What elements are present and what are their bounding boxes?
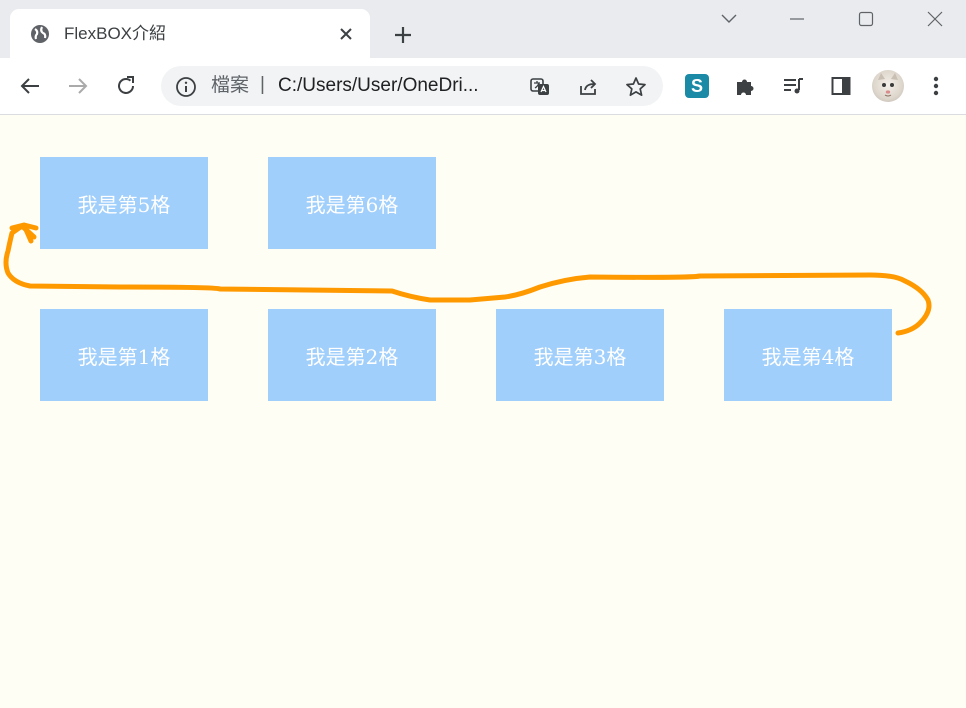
flex-item-5: 我是第5格: [40, 157, 208, 249]
minimize-icon[interactable]: [786, 8, 808, 30]
page-content: 我是第5格 我是第6格 我是第1格 我是第2格 我是第3格 我是第4格: [0, 115, 966, 708]
browser-toolbar: 檔案 | C:/Users/User/OneDri... S: [0, 58, 966, 115]
info-icon[interactable]: [175, 76, 197, 98]
translate-icon[interactable]: [527, 74, 553, 100]
close-icon[interactable]: [334, 22, 358, 46]
flex-item-2: 我是第2格: [268, 309, 436, 401]
flex-item-6: 我是第6格: [268, 157, 436, 249]
media-queue-icon[interactable]: [779, 72, 807, 100]
more-vertical-icon[interactable]: [922, 72, 950, 100]
title-bar: FlexBOX介紹: [0, 0, 966, 58]
extension-s-icon[interactable]: S: [685, 74, 709, 98]
flex-item-4: 我是第4格: [724, 309, 892, 401]
globe-icon: [30, 24, 50, 44]
browser-tab[interactable]: FlexBOX介紹: [10, 9, 370, 58]
address-separator: |: [260, 74, 265, 95]
back-arrow-icon[interactable]: [16, 72, 44, 100]
side-panel-icon[interactable]: [827, 72, 855, 100]
maximize-icon[interactable]: [855, 8, 877, 30]
reload-icon[interactable]: [112, 72, 140, 100]
close-window-icon[interactable]: [924, 8, 946, 30]
star-icon[interactable]: [623, 74, 649, 100]
flex-item-3: 我是第3格: [496, 309, 664, 401]
address-url[interactable]: C:/Users/User/OneDri...: [278, 75, 479, 97]
address-bar[interactable]: 檔案 | C:/Users/User/OneDri...: [161, 66, 663, 106]
chevron-down-icon[interactable]: [718, 8, 740, 30]
tab-title: FlexBOX介紹: [64, 24, 167, 43]
puzzle-icon[interactable]: [731, 72, 759, 100]
avatar[interactable]: [872, 70, 904, 102]
share-icon[interactable]: [575, 74, 601, 100]
flex-item-1: 我是第1格: [40, 309, 208, 401]
address-scheme: 檔案: [211, 75, 250, 96]
plus-icon[interactable]: [390, 22, 416, 48]
forward-arrow-icon[interactable]: [64, 72, 92, 100]
